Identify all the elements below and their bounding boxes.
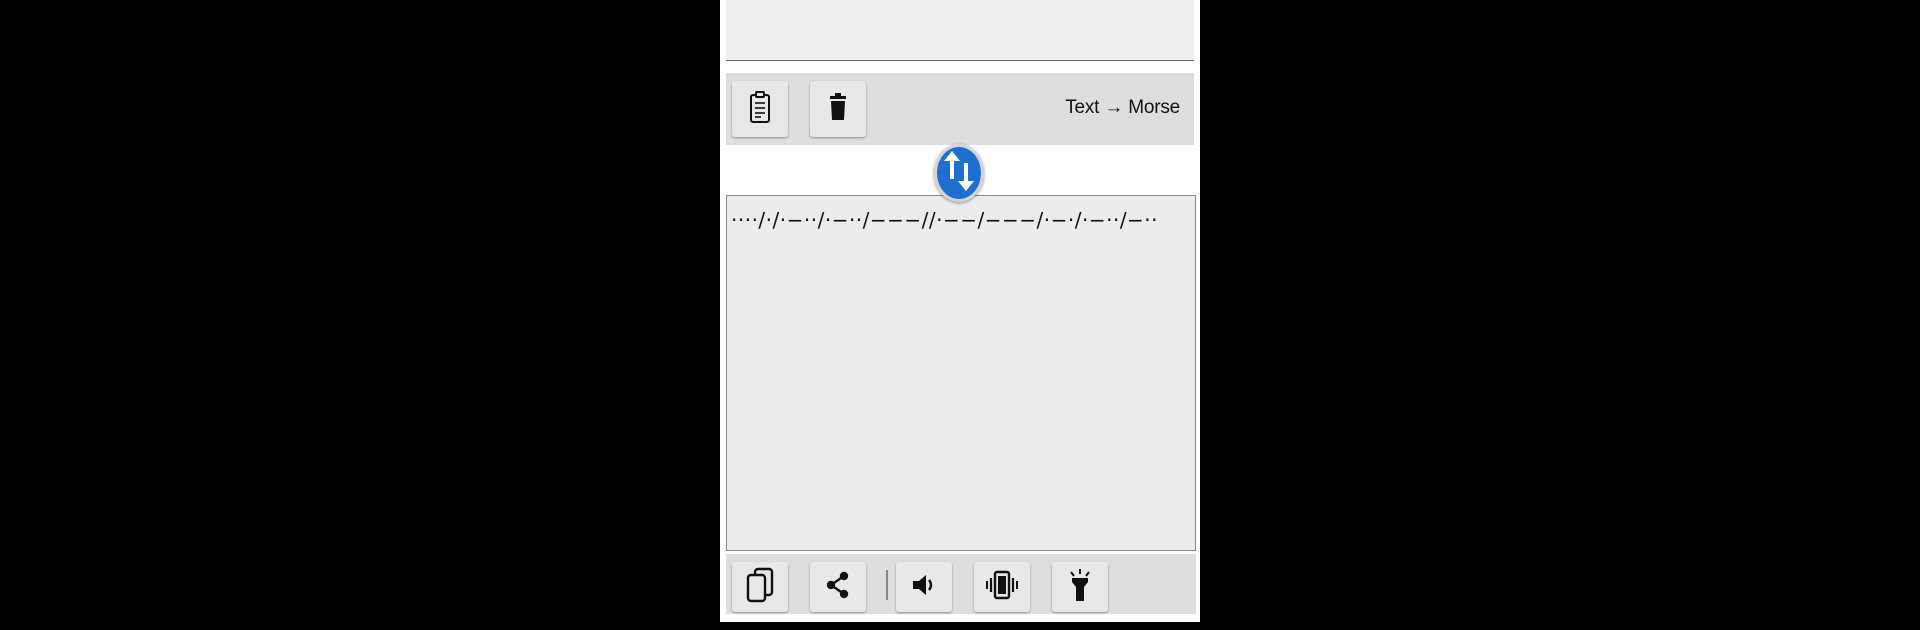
share-icon xyxy=(825,571,851,604)
sound-button[interactable] xyxy=(896,562,952,612)
toolbar-divider xyxy=(886,570,888,600)
swap-vertical-arrows-icon xyxy=(942,149,976,198)
clipboard-icon xyxy=(748,90,772,129)
flashlight-button[interactable] xyxy=(1052,562,1108,612)
share-button[interactable] xyxy=(810,562,866,612)
swap-button[interactable] xyxy=(934,144,984,202)
morse-output-text: ····/·/·−··/·−··/−−−//·−−/−−−/·−·/·−··/−… xyxy=(731,208,1159,232)
paste-button[interactable] xyxy=(732,81,788,137)
app-screen: Text → Morse ····/·/·−··/·−··/−−−//·−−/−… xyxy=(720,0,1200,622)
text-input-field[interactable] xyxy=(726,0,1194,61)
copy-icon xyxy=(746,567,774,608)
vibrate-button[interactable] xyxy=(974,562,1030,612)
trash-icon xyxy=(829,92,847,126)
speaker-icon xyxy=(911,573,937,602)
conversion-mode-label[interactable]: Text → Morse xyxy=(1065,97,1180,119)
delete-button[interactable] xyxy=(810,81,866,137)
vibrate-icon xyxy=(986,570,1018,605)
input-toolbar: Text → Morse xyxy=(726,73,1194,145)
morse-output-field[interactable]: ····/·/·−··/·−··/−−−//·−−/−−−/·−·/·−··/−… xyxy=(726,195,1196,551)
copy-button[interactable] xyxy=(732,562,788,612)
output-toolbar xyxy=(726,554,1196,614)
flashlight-icon xyxy=(1067,568,1093,607)
